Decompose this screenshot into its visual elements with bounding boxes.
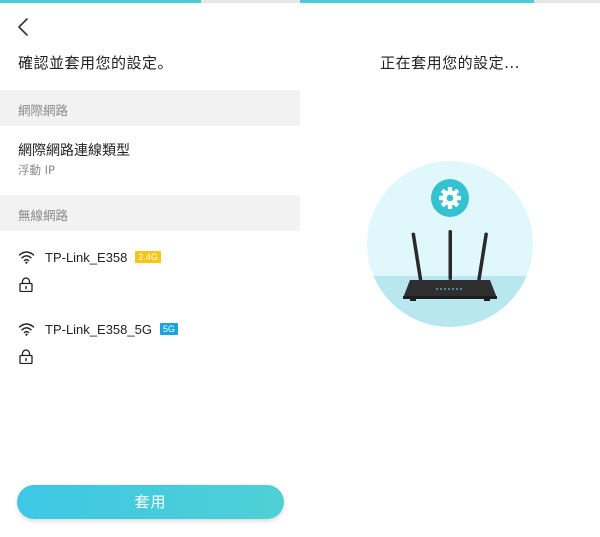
progress-track	[300, 0, 600, 3]
network-ssid: TP-Link_E358	[45, 249, 128, 265]
apply-button[interactable]: 套用	[17, 485, 284, 519]
progress-fill	[300, 0, 534, 3]
network-ssid: TP-Link_E358_5G	[45, 321, 152, 337]
progress-fill	[0, 0, 201, 3]
connection-type-value: 浮動 IP	[18, 163, 55, 177]
network-row-2g: TP-Link_E358 2.4G	[18, 247, 161, 267]
applying-status: 正在套用您的設定...	[380, 54, 520, 72]
section-header-wireless: 無線網路	[0, 195, 300, 231]
progress-track	[0, 0, 300, 3]
applying-settings-screen: 正在套用您的設定...	[300, 0, 600, 537]
confirm-settings-screen: 確認並套用您的設定。 網際網路 網際網路連線類型 浮動 IP 無線網路 TP-L…	[0, 0, 300, 537]
band-badge: 2.4G	[135, 251, 161, 263]
page-title: 確認並套用您的設定。	[18, 54, 174, 72]
wifi-icon	[18, 251, 35, 264]
chevron-left-icon	[18, 18, 28, 36]
band-badge: 5G	[159, 323, 178, 335]
network-row-5g: TP-Link_E358_5G 5G	[18, 319, 178, 339]
connection-type-label: 網際網路連線類型	[18, 143, 130, 159]
lock-icon	[19, 349, 33, 364]
router-illustration	[367, 161, 533, 327]
section-header-label: 無線網路	[18, 208, 69, 223]
back-button[interactable]	[14, 14, 36, 40]
wifi-icon	[18, 323, 35, 336]
section-header-internet: 網際網路	[0, 90, 300, 126]
gear-icon	[431, 179, 469, 217]
lock-icon	[19, 277, 33, 292]
section-header-label: 網際網路	[18, 103, 69, 118]
